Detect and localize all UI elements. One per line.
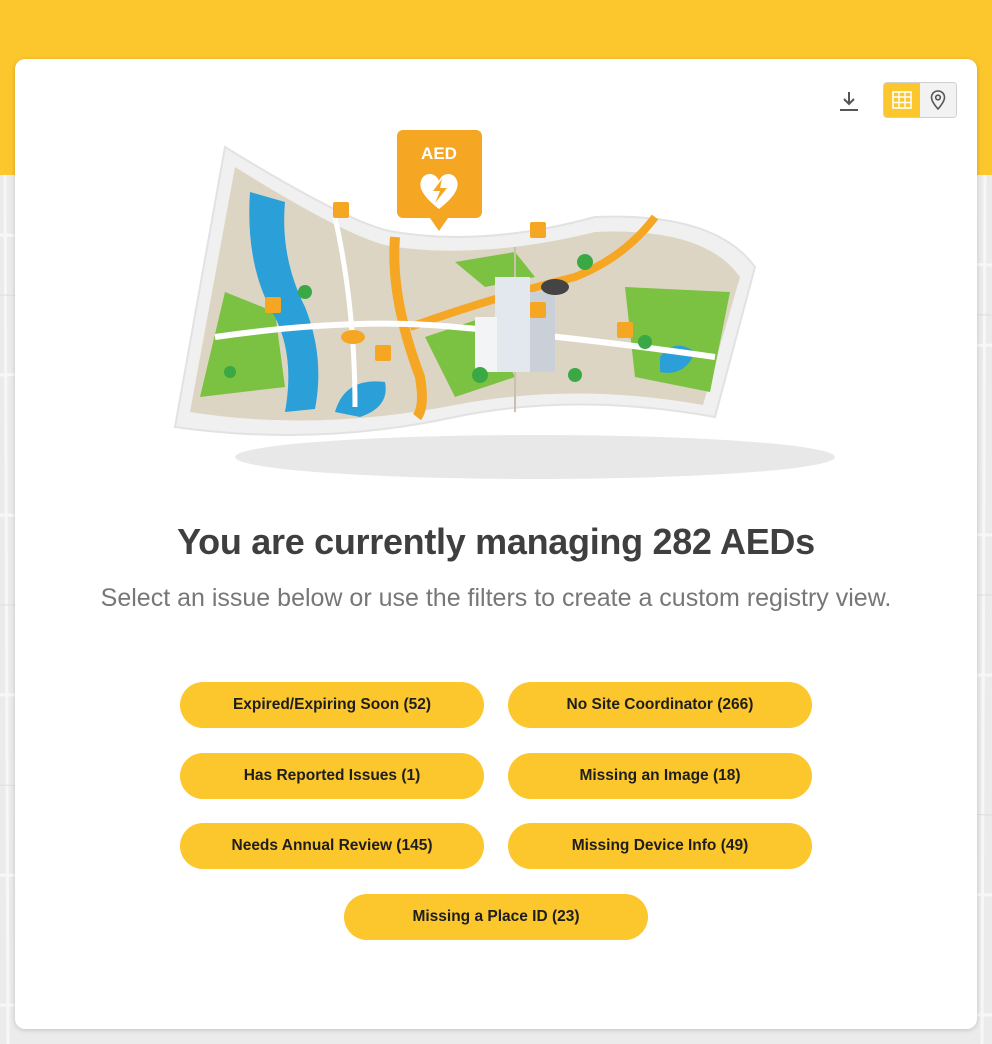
dashboard-card: AED You are currently managing 282 AEDs … (15, 59, 977, 1029)
issue-no-site-coordinator-button[interactable]: No Site Coordinator (266) (508, 682, 812, 728)
download-icon (840, 92, 858, 111)
map-pin-icon (930, 90, 946, 110)
table-view-button[interactable] (884, 83, 920, 117)
issue-missing-device-info-button[interactable]: Missing Device Info (49) (508, 823, 812, 869)
issue-reported-issues-button[interactable]: Has Reported Issues (1) (180, 753, 484, 799)
aed-map-illustration: AED (173, 130, 835, 479)
issue-missing-place-id-button[interactable]: Missing a Place ID (23) (344, 894, 648, 940)
table-grid-icon (892, 91, 912, 109)
issue-missing-image-button[interactable]: Missing an Image (18) (508, 753, 812, 799)
aed-badge-text: AED (421, 144, 457, 163)
issue-annual-review-button[interactable]: Needs Annual Review (145) (180, 823, 484, 869)
download-button[interactable] (837, 87, 861, 115)
map-view-button[interactable] (920, 83, 956, 117)
view-toggle (883, 82, 957, 118)
issue-expired-button[interactable]: Expired/Expiring Soon (52) (180, 682, 484, 728)
page-title: You are currently managing 282 AEDs (177, 521, 815, 562)
page-subtitle: Select an issue below or use the filters… (100, 584, 892, 612)
